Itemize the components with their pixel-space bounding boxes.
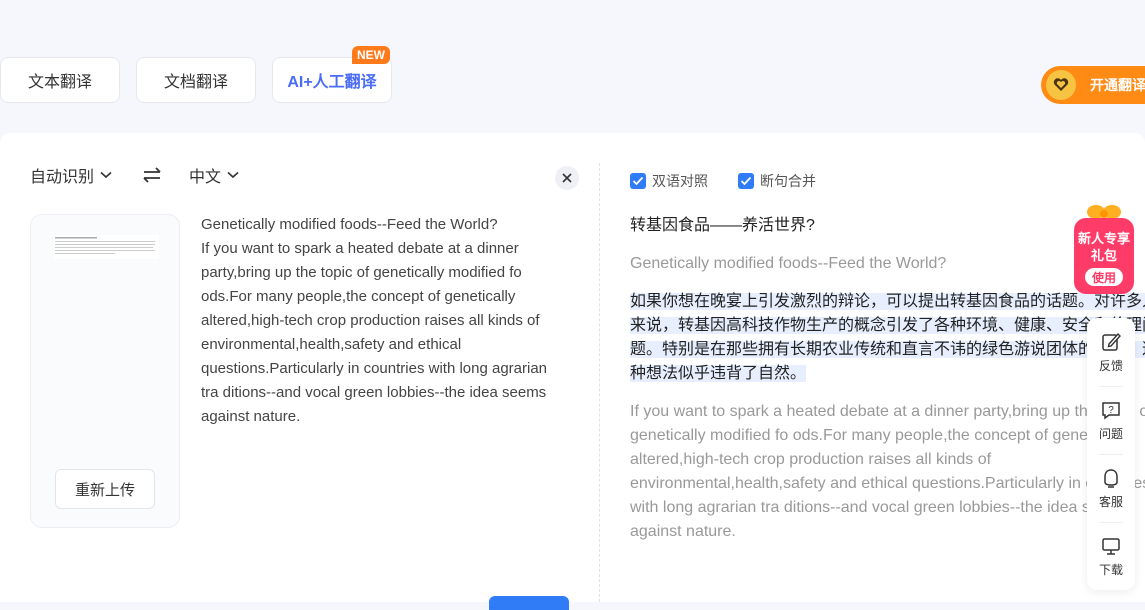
translated-title: 转基因食品——养活世界? [630, 217, 815, 234]
sidebar-question-label: 问题 [1098, 426, 1123, 441]
gift-use-button[interactable]: 使用 [1085, 268, 1123, 286]
target-lang-label: 中文 [189, 169, 222, 186]
edit-icon [1102, 332, 1121, 351]
merge-label: 断句合并 [760, 173, 816, 189]
swap-languages-icon[interactable] [141, 164, 163, 186]
panel-divider [599, 163, 600, 602]
sidebar-service-label: 客服 [1098, 494, 1123, 509]
chevron-down-icon [227, 166, 239, 184]
reupload-label: 重新上传 [74, 481, 135, 499]
original-title: Genetically modified foods--Feed the Wor… [630, 255, 947, 272]
checkbox-checked-icon [738, 173, 754, 189]
bilingual-label: 双语对照 [652, 173, 708, 189]
reupload-button[interactable]: 重新上传 [55, 469, 155, 509]
close-icon[interactable] [555, 166, 579, 190]
sidebar-item-service[interactable]: 客服 [1087, 454, 1135, 522]
tab-doc-translate-label: 文档翻译 [163, 74, 228, 91]
source-lang-label: 自动识别 [30, 169, 95, 186]
right-sidebar: 反馈 ? 问题 客服 下载 [1087, 318, 1135, 590]
checkbox-checked-icon [630, 173, 646, 189]
new-badge: NEW [352, 46, 390, 64]
source-text: Genetically modified foods--Feed the Wor… [201, 213, 563, 429]
sidebar-item-download[interactable]: 下载 [1087, 522, 1135, 590]
tab-doc-translate[interactable]: 文档翻译 [136, 57, 256, 103]
gift-box: 新人专享礼包 使用 [1074, 218, 1134, 294]
sidebar-download-label: 下载 [1098, 562, 1123, 577]
vip-heart-icon [1046, 70, 1076, 100]
gift-text: 新人专享礼包 [1077, 231, 1130, 263]
source-lang-select[interactable]: 自动识别 [30, 164, 112, 186]
source-title: Genetically modified foods--Feed the Wor… [201, 216, 498, 233]
translated-paragraph: 如果你想在晚宴上引发激烈的辩论，可以提出转基因食品的话题。对许多人来说，转基因高… [630, 290, 1145, 386]
source-paragraph: If you want to spark a heated debate at … [201, 240, 548, 425]
original-paragraph: If you want to spark a heated debate at … [630, 403, 1145, 540]
bilingual-checkbox[interactable]: 双语对照 [630, 172, 708, 190]
tab-text-translate-label: 文本翻译 [27, 74, 92, 91]
translate-button[interactable] [489, 596, 569, 610]
sidebar-feedback-label: 反馈 [1098, 358, 1123, 373]
sidebar-item-question[interactable]: ? 问题 [1087, 386, 1135, 454]
sidebar-item-feedback[interactable]: 反馈 [1087, 318, 1135, 386]
vip-label: 开通翻译 [1090, 77, 1145, 93]
document-preview: 重新上传 [30, 214, 180, 528]
translated-paragraph-text: 如果你想在晚宴上引发激烈的辩论，可以提出转基因食品的话题。对许多人来说，转基因高… [630, 293, 1145, 382]
customer-service-icon [1104, 468, 1118, 488]
vip-button[interactable]: 开通翻译 [1041, 66, 1145, 104]
question-icon: ? [1102, 401, 1120, 419]
tab-ai-translate-label: AI+人工翻译 [287, 74, 377, 91]
target-lang-select[interactable]: 中文 [189, 164, 239, 186]
svg-text:?: ? [1108, 405, 1114, 416]
desktop-download-icon [1102, 537, 1120, 555]
tab-text-translate[interactable]: 文本翻译 [0, 57, 120, 103]
newbie-gift-widget[interactable]: 新人专享礼包 使用 [1073, 200, 1135, 296]
document-thumbnail [53, 235, 159, 259]
chevron-down-icon [100, 166, 112, 184]
merge-sentences-checkbox[interactable]: 断句合并 [738, 172, 816, 190]
